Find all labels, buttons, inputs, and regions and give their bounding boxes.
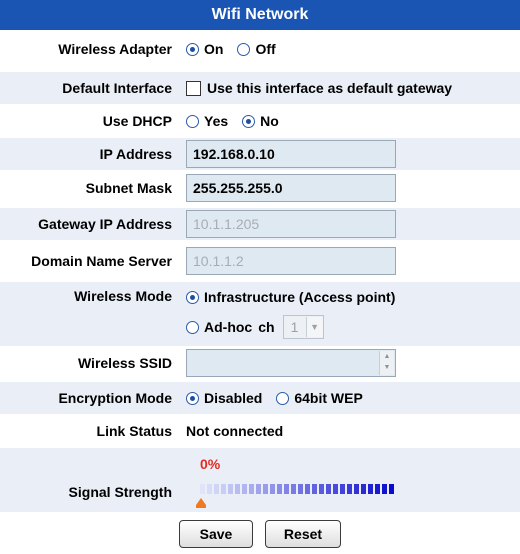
encryption-mode-label: Encryption Mode — [58, 390, 172, 406]
panel-title: Wifi Network — [0, 0, 520, 30]
signal-marker-base — [196, 505, 206, 508]
signal-segment — [340, 484, 345, 494]
wireless-adapter-row: Wireless Adapter On Off — [0, 34, 520, 64]
signal-percent: 0% — [200, 456, 221, 472]
signal-segment — [326, 484, 331, 494]
encryption-wep-radio[interactable] — [276, 391, 290, 405]
wireless-adapter-on-radio[interactable] — [186, 42, 199, 56]
signal-segment — [200, 484, 205, 494]
wireless-ssid-input[interactable]: ▲ ▼ — [186, 349, 396, 377]
use-dhcp-label: Use DHCP — [102, 113, 172, 129]
signal-segment — [375, 484, 380, 494]
signal-strength-label: Signal Strength — [68, 484, 172, 500]
signal-segment — [214, 484, 219, 494]
signal-segment — [242, 484, 247, 494]
ssid-spinner[interactable]: ▲ ▼ — [379, 351, 394, 375]
signal-segment — [221, 484, 226, 494]
encryption-disabled-radio[interactable] — [186, 391, 199, 405]
signal-segment — [291, 484, 296, 494]
signal-segment — [389, 484, 394, 494]
signal-segment — [277, 484, 282, 494]
signal-segment — [347, 484, 352, 494]
ip-address-label: IP Address — [99, 146, 172, 162]
ip-address-row: IP Address 192.168.0.10 — [0, 138, 520, 170]
signal-marker-icon — [196, 498, 206, 505]
gateway-ip-label: Gateway IP Address — [38, 216, 172, 232]
signal-segment — [312, 484, 317, 494]
dns-input[interactable]: 10.1.1.2 — [186, 247, 396, 275]
encryption-disabled-label[interactable]: Disabled — [204, 390, 262, 406]
signal-segment — [284, 484, 289, 494]
default-interface-row: Default Interface Use this interface as … — [0, 72, 520, 104]
dns-row: Domain Name Server 10.1.1.2 — [0, 245, 520, 277]
default-gateway-checkbox[interactable] — [186, 80, 201, 96]
signal-segment — [207, 484, 212, 494]
signal-segment — [354, 484, 359, 494]
signal-segment — [298, 484, 303, 494]
wireless-adapter-off-radio[interactable] — [237, 42, 251, 56]
subnet-mask-label: Subnet Mask — [85, 180, 172, 196]
encryption-mode-row: Encryption Mode Disabled 64bit WEP — [0, 382, 520, 414]
default-interface-label: Default Interface — [62, 80, 172, 96]
signal-segment — [256, 484, 261, 494]
wireless-ssid-label: Wireless SSID — [77, 355, 172, 371]
signal-segment — [333, 484, 338, 494]
dhcp-yes-radio[interactable] — [186, 114, 199, 128]
ip-address-input[interactable]: 192.168.0.10 — [186, 140, 396, 168]
signal-meter — [200, 484, 396, 494]
chevron-down-icon[interactable]: ▼ — [305, 317, 323, 337]
adhoc-label[interactable]: Ad-hoc — [204, 319, 252, 335]
dns-label: Domain Name Server — [31, 253, 172, 269]
dhcp-yes-label[interactable]: Yes — [204, 113, 228, 129]
spin-down-icon[interactable]: ▼ — [380, 362, 394, 373]
default-gateway-checkbox-label[interactable]: Use this interface as default gateway — [207, 80, 452, 96]
wireless-adapter-off-label[interactable]: Off — [255, 41, 275, 57]
signal-segment — [263, 484, 268, 494]
wireless-ssid-row: Wireless SSID ▲ ▼ — [0, 346, 520, 380]
gateway-ip-input[interactable]: 10.1.1.205 — [186, 210, 396, 238]
link-status-label: Link Status — [96, 423, 172, 439]
signal-segment — [228, 484, 233, 494]
signal-segment — [270, 484, 275, 494]
link-status-row: Link Status Not connected — [0, 416, 520, 446]
channel-label: ch — [258, 319, 275, 335]
signal-segment — [368, 484, 373, 494]
signal-strength-row: Signal Strength 0% — [0, 448, 520, 512]
adhoc-radio[interactable] — [186, 320, 199, 334]
signal-segment — [249, 484, 254, 494]
encryption-wep-label[interactable]: 64bit WEP — [294, 390, 362, 406]
wireless-adapter-label: Wireless Adapter — [58, 41, 172, 57]
dhcp-no-radio[interactable] — [242, 114, 256, 128]
signal-segment — [235, 484, 240, 494]
channel-select[interactable]: 1 ▼ — [282, 315, 324, 339]
wireless-adapter-on-label[interactable]: On — [204, 41, 223, 57]
save-button[interactable]: Save — [179, 520, 253, 548]
signal-segment — [305, 484, 310, 494]
reset-button[interactable]: Reset — [265, 520, 341, 548]
gateway-ip-row: Gateway IP Address 10.1.1.205 — [0, 208, 520, 240]
spin-up-icon[interactable]: ▲ — [380, 351, 394, 362]
button-row: Save Reset — [0, 516, 520, 552]
infrastructure-radio[interactable] — [186, 290, 199, 304]
signal-segment — [382, 484, 387, 494]
subnet-mask-input[interactable]: 255.255.255.0 — [186, 174, 396, 202]
wireless-mode-row: Wireless Mode Infrastructure (Access poi… — [0, 282, 520, 346]
signal-segment — [361, 484, 366, 494]
wireless-mode-label: Wireless Mode — [74, 288, 172, 304]
use-dhcp-row: Use DHCP Yes No — [0, 106, 520, 136]
dhcp-no-label[interactable]: No — [260, 113, 279, 129]
link-status-value: Not connected — [186, 423, 284, 439]
wifi-network-panel: Wifi Network Wireless Adapter On Off Def… — [0, 0, 520, 554]
subnet-mask-row: Subnet Mask 255.255.255.0 — [0, 172, 520, 204]
signal-segment — [319, 484, 324, 494]
channel-value: 1 — [290, 319, 299, 335]
infrastructure-label[interactable]: Infrastructure (Access point) — [204, 289, 395, 305]
